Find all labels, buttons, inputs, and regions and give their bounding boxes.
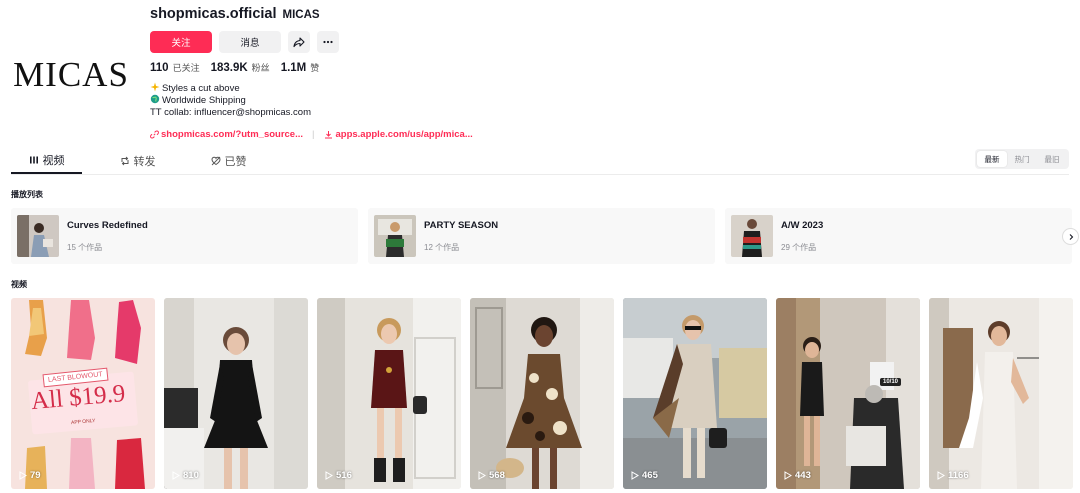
stats-row: 110 已关注 183.9K 粉丝 1.1M 赞 bbox=[150, 61, 473, 75]
profile-info: shopmicas.official MICAS 关注 消息 110 已关注 1… bbox=[150, 6, 473, 140]
video-card[interactable]: 10/10 443 bbox=[776, 298, 920, 489]
action-buttons: 关注 消息 bbox=[150, 31, 473, 53]
playlist-card[interactable]: PARTY SEASON 12 个作品 bbox=[368, 208, 715, 264]
likes-label: 赞 bbox=[310, 63, 320, 73]
play-icon bbox=[937, 471, 945, 480]
download-icon bbox=[324, 130, 333, 139]
bio-line: Styles a cut above bbox=[150, 82, 473, 95]
playlist-title: PARTY SEASON bbox=[424, 219, 499, 231]
playlist-title: Curves Redefined bbox=[67, 219, 148, 231]
view-count: 810 bbox=[172, 470, 199, 481]
bio-line: Worldwide Shipping bbox=[150, 94, 473, 108]
follow-button[interactable]: 关注 bbox=[150, 31, 212, 53]
playlist-card[interactable]: Curves Redefined 15 个作品 bbox=[11, 208, 358, 264]
tab-reposts-label: 转发 bbox=[133, 155, 156, 168]
more-icon bbox=[323, 40, 333, 44]
view-count: 1166 bbox=[937, 470, 969, 481]
video-card[interactable]: 1166 bbox=[929, 298, 1073, 489]
video-thumbnail bbox=[776, 298, 920, 489]
app-link[interactable]: apps.apple.com/us/app/mica... bbox=[335, 129, 472, 140]
playlist-thumbnail bbox=[17, 215, 59, 257]
video-thumbnail bbox=[164, 298, 308, 489]
globe-icon bbox=[150, 94, 160, 108]
share-icon bbox=[293, 37, 305, 48]
repost-icon bbox=[120, 156, 130, 166]
video-card[interactable]: 810 bbox=[164, 298, 308, 489]
playlist-title: A/W 2023 bbox=[781, 219, 824, 231]
tab-videos-label: 视频 bbox=[42, 154, 65, 167]
view-count: 443 bbox=[784, 470, 811, 481]
view-count: 465 bbox=[631, 470, 658, 481]
sort-oldest[interactable]: 最旧 bbox=[1037, 151, 1067, 167]
tab-reposts[interactable]: 转发 bbox=[102, 147, 173, 174]
liked-icon bbox=[210, 156, 221, 166]
score-badge: 10/10 bbox=[880, 378, 902, 386]
username: shopmicas.official bbox=[150, 6, 277, 22]
playlist-card[interactable]: A/W 2023 29 个作品 bbox=[725, 208, 1072, 264]
sort-control: 最新 热门 最旧 bbox=[975, 149, 1069, 169]
video-section-title: 视频 bbox=[11, 280, 27, 289]
followers-label: 粉丝 bbox=[251, 63, 270, 73]
tab-videos[interactable]: 视频 bbox=[11, 147, 82, 174]
bio-text-3: TT collab: influencer@shopmicas.com bbox=[150, 107, 312, 118]
playlist-count: 12 个作品 bbox=[424, 242, 460, 252]
view-count: 568 bbox=[478, 470, 505, 481]
followers-count[interactable]: 183.9K bbox=[211, 62, 248, 74]
chevron-right-icon bbox=[1069, 233, 1073, 240]
playlist-next-button[interactable] bbox=[1062, 228, 1079, 245]
bio-text-1: Styles a cut above bbox=[162, 83, 240, 94]
playlist-count: 29 个作品 bbox=[781, 242, 817, 252]
more-button[interactable] bbox=[317, 31, 339, 53]
video-thumbnail bbox=[623, 298, 767, 489]
playlist-count: 15 个作品 bbox=[67, 242, 103, 252]
play-icon bbox=[172, 471, 180, 480]
tab-liked-label: 已赞 bbox=[224, 155, 247, 168]
avatar-logo: MICAS bbox=[13, 55, 129, 94]
video-card[interactable]: 516 bbox=[317, 298, 461, 489]
sort-popular[interactable]: 热门 bbox=[1007, 151, 1037, 167]
play-icon bbox=[325, 471, 333, 480]
playlist-section-title: 播放列表 bbox=[11, 190, 43, 199]
playlist-thumbnail bbox=[374, 215, 416, 257]
play-icon bbox=[19, 471, 27, 480]
link-icon bbox=[150, 129, 159, 139]
tab-liked[interactable]: 已赞 bbox=[193, 147, 264, 174]
nickname: MICAS bbox=[282, 9, 320, 21]
play-icon bbox=[478, 471, 486, 480]
video-card[interactable]: 568 bbox=[470, 298, 614, 489]
video-thumbnail bbox=[929, 298, 1073, 489]
name-row: shopmicas.official MICAS bbox=[150, 6, 473, 24]
playlist-list: Curves Redefined 15 个作品 PARTY SEASON 12 … bbox=[11, 208, 1080, 264]
playlist-thumbnail bbox=[731, 215, 773, 257]
sort-latest[interactable]: 最新 bbox=[977, 151, 1007, 167]
profile-links: shopmicas.com/?utm_source... | apps.appl… bbox=[150, 128, 473, 140]
play-icon bbox=[784, 471, 792, 480]
view-count: 516 bbox=[325, 470, 352, 481]
video-grid: LAST BLOWOUT All $19.9 APP ONLY 79 810 5… bbox=[11, 298, 1073, 489]
video-thumbnail bbox=[317, 298, 461, 489]
bio-text-2: Worldwide Shipping bbox=[162, 95, 246, 106]
bio-line: TT collab: influencer@shopmicas.com bbox=[150, 107, 473, 119]
profile-tabs: 视频 转发 已赞 bbox=[11, 147, 1069, 175]
video-card[interactable]: LAST BLOWOUT All $19.9 APP ONLY 79 bbox=[11, 298, 155, 489]
share-button[interactable] bbox=[288, 31, 310, 53]
grid-icon bbox=[29, 155, 39, 165]
website-link[interactable]: shopmicas.com/?utm_source... bbox=[161, 129, 303, 140]
bio: Styles a cut above Worldwide Shipping TT… bbox=[150, 82, 473, 119]
following-label: 已关注 bbox=[172, 63, 200, 73]
play-icon bbox=[631, 471, 639, 480]
view-count: 79 bbox=[19, 470, 41, 481]
avatar[interactable]: MICAS bbox=[12, 16, 130, 134]
video-card[interactable]: 465 bbox=[623, 298, 767, 489]
likes-count: 1.1M bbox=[280, 62, 307, 74]
video-thumbnail bbox=[470, 298, 614, 489]
message-button[interactable]: 消息 bbox=[219, 31, 281, 53]
following-count[interactable]: 110 bbox=[150, 62, 169, 74]
